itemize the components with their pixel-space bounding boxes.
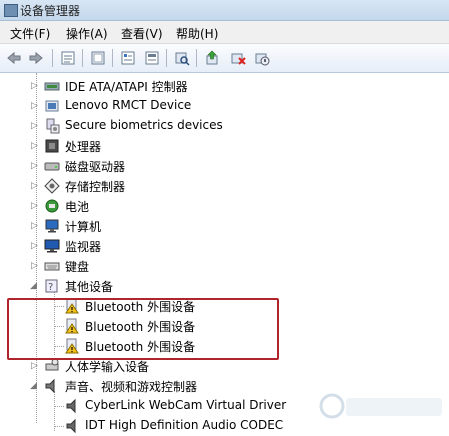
processor-icon <box>44 138 60 154</box>
scan-hardware-icon[interactable] <box>144 50 160 66</box>
highlight-box <box>7 298 279 360</box>
tree-node-ide-controller[interactable]: ▷ IDE ATA/ATAPI 控制器 <box>0 76 449 96</box>
expand-arrow-icon[interactable]: ▷ <box>31 261 39 271</box>
hid-icon <box>44 358 60 374</box>
ide-controller-icon <box>44 78 60 94</box>
tree-node-other-devices[interactable]: ◢ ? 其他设备 <box>0 276 449 296</box>
disk-drive-icon <box>44 158 60 174</box>
update-driver-icon[interactable] <box>204 50 220 66</box>
expand-arrow-icon[interactable]: ▷ <box>31 161 39 171</box>
expand-arrow-icon[interactable]: ▷ <box>31 101 39 111</box>
expand-arrow-icon[interactable]: ▷ <box>31 81 39 91</box>
device-icon <box>44 98 60 114</box>
tree-node-storage-controller[interactable]: ▷ 存储控制器 <box>0 176 449 196</box>
title-bar: 设备管理器 <box>0 0 449 21</box>
uninstall-icon[interactable] <box>230 50 246 66</box>
menu-file[interactable]: 文件(F) <box>10 25 50 42</box>
speaker-icon <box>64 418 80 434</box>
forward-arrow-icon[interactable] <box>28 50 44 66</box>
speaker-icon <box>64 398 80 414</box>
sound-icon <box>44 378 60 394</box>
expand-arrow-icon[interactable]: ▷ <box>31 121 39 131</box>
back-arrow-icon[interactable] <box>6 50 22 66</box>
keyboard-icon <box>44 258 60 274</box>
other-devices-icon: ? <box>44 278 60 294</box>
window-title: 设备管理器 <box>20 4 81 18</box>
monitor-icon <box>44 238 60 254</box>
tree-node-computer[interactable]: ▷ 计算机 <box>0 216 449 236</box>
menu-action[interactable]: 操作(A) <box>66 25 108 42</box>
tree-node-processor[interactable]: ▷ 处理器 <box>0 136 449 156</box>
expand-arrow-icon[interactable]: ▷ <box>31 241 39 251</box>
help-book-icon[interactable] <box>90 50 106 66</box>
disable-icon[interactable] <box>254 50 270 66</box>
scan-changes-icon[interactable] <box>174 50 190 66</box>
tree-node-secure-biometrics[interactable]: ▷ Secure biometrics devices <box>0 116 449 136</box>
storage-controller-icon <box>44 178 60 194</box>
device-list-icon[interactable] <box>120 50 136 66</box>
expand-arrow-icon[interactable]: ▷ <box>31 181 39 191</box>
computer-icon <box>44 218 60 234</box>
tree-node-monitor[interactable]: ▷ 监视器 <box>0 236 449 256</box>
tree-node-disk-drive[interactable]: ▷ 磁盘驱动器 <box>0 156 449 176</box>
expand-arrow-icon[interactable]: ▷ <box>31 201 39 211</box>
app-icon <box>4 4 18 17</box>
biometric-icon <box>44 118 60 134</box>
tree-node-lenovo-rmct[interactable]: ▷ Lenovo RMCT Device <box>0 96 449 116</box>
collapse-arrow-icon[interactable]: ◢ <box>30 381 38 391</box>
battery-icon <box>44 198 60 214</box>
menu-bar: 文件(F) 操作(A) 查看(V) 帮助(H) <box>0 21 449 44</box>
expand-arrow-icon[interactable]: ▷ <box>31 221 39 231</box>
toolbar <box>0 44 449 73</box>
tree-node-keyboard[interactable]: ▷ 键盘 <box>0 256 449 276</box>
svg-text:?: ? <box>48 282 53 293</box>
tree-node-battery[interactable]: ▷ 电池 <box>0 196 449 216</box>
expand-arrow-icon[interactable]: ▷ <box>31 361 39 371</box>
expand-arrow-icon[interactable]: ▷ <box>31 141 39 151</box>
menu-view[interactable]: 查看(V) <box>121 25 163 42</box>
properties-icon[interactable] <box>60 50 76 66</box>
watermark-logo <box>318 388 446 426</box>
menu-help[interactable]: 帮助(H) <box>176 25 218 42</box>
collapse-arrow-icon[interactable]: ◢ <box>30 281 38 291</box>
